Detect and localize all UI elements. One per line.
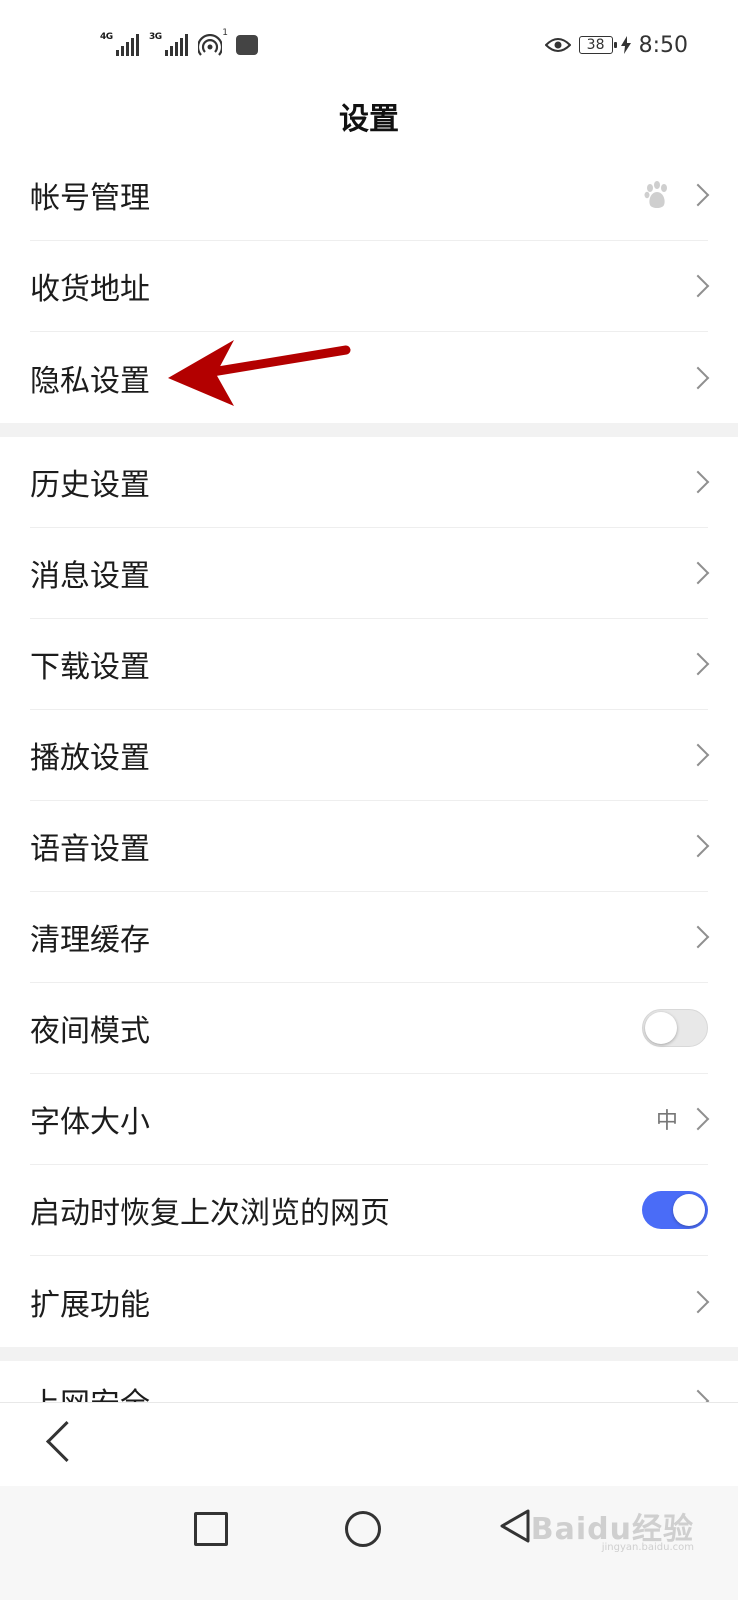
toggle-knob (645, 1012, 677, 1044)
status-left: 4G 3G 1 (100, 28, 258, 60)
section-divider (0, 423, 738, 437)
status-right: 38 8:50 (544, 30, 688, 60)
settings-row-playback[interactable]: 播放设置 (30, 710, 710, 801)
signal-3g-label: 3G (149, 32, 162, 42)
system-back-button[interactable] (498, 1508, 532, 1544)
signal-4g-label: 4G (100, 32, 113, 42)
settings-group-security: 上网安全 (0, 1361, 738, 1402)
settings-row-download[interactable]: 下载设置 (30, 619, 710, 710)
clock: 8:50 (638, 32, 688, 58)
charging-icon (620, 36, 631, 54)
battery-indicator: 38 (578, 36, 617, 54)
row-label: 启动时恢复上次浏览的网页 (30, 1196, 390, 1231)
baidu-paw-icon (644, 181, 667, 208)
recent-apps-button[interactable] (194, 1512, 228, 1546)
settings-group-account: 帐号管理 收货地址 隐私设置 (0, 150, 738, 423)
chevron-right-icon (686, 1107, 710, 1131)
huawei-app-icon (236, 35, 258, 55)
row-label: 上网安全 (30, 1379, 150, 1403)
chevron-right-icon (686, 274, 710, 298)
toggle-knob (673, 1194, 705, 1226)
chevron-right-icon (686, 1290, 710, 1313)
chevron-right-icon (686, 652, 710, 676)
settings-row-web-security[interactable]: 上网安全 (30, 1361, 710, 1403)
row-label: 语音设置 (30, 832, 150, 867)
baidu-watermark-url: jingyan.baidu.com (601, 1542, 694, 1553)
settings-row-font-size[interactable]: 字体大小 中 (30, 1074, 710, 1165)
settings-row-history[interactable]: 历史设置 (30, 437, 710, 528)
signal-4g-icon: 4G (100, 32, 139, 56)
section-divider (0, 1347, 738, 1361)
hotspot-icon: 1 (196, 28, 228, 56)
chevron-right-icon (686, 834, 710, 858)
row-label: 收货地址 (30, 272, 150, 307)
system-nav-bar: Baidu经验 jingyan.baidu.com (0, 1486, 738, 1600)
settings-group-general: 历史设置 消息设置 下载设置 播放设置 语音设置 清理缓存 夜间模式 字体大小 … (0, 437, 738, 1347)
chevron-right-icon (686, 470, 710, 494)
eye-icon (544, 38, 571, 52)
row-label: 历史设置 (30, 468, 150, 503)
back-arrow-icon[interactable] (45, 1420, 88, 1463)
row-label: 播放设置 (30, 741, 150, 776)
chevron-right-icon (686, 561, 710, 585)
row-label: 隐私设置 (30, 363, 150, 399)
restore-pages-toggle[interactable] (642, 1191, 708, 1229)
settings-row-restore-pages: 启动时恢复上次浏览的网页 (30, 1165, 708, 1256)
bottom-toolbar (0, 1402, 738, 1487)
status-bar: 4G 3G 1 38 8:50 (0, 0, 738, 90)
settings-row-voice[interactable]: 语音设置 (30, 801, 710, 892)
row-label: 帐号管理 (30, 181, 150, 216)
row-label: 夜间模式 (30, 1014, 150, 1049)
annotation-arrow-icon (168, 340, 351, 406)
signal-3g-icon: 3G (149, 32, 188, 56)
settings-row-address[interactable]: 收货地址 (30, 241, 710, 332)
night-mode-toggle[interactable] (642, 1009, 708, 1047)
chevron-right-icon (686, 366, 710, 389)
row-label: 消息设置 (30, 559, 150, 594)
chevron-right-icon (686, 1389, 710, 1402)
chevron-right-icon (686, 743, 710, 767)
settings-row-extensions[interactable]: 扩展功能 (30, 1256, 710, 1347)
settings-row-night-mode: 夜间模式 (30, 983, 708, 1074)
chevron-right-icon (686, 925, 710, 949)
row-label: 字体大小 (30, 1105, 150, 1140)
settings-row-privacy[interactable]: 隐私设置 (30, 332, 710, 423)
settings-row-clear-cache[interactable]: 清理缓存 (30, 892, 710, 983)
font-size-value: 中 (655, 1109, 678, 1134)
row-label: 清理缓存 (30, 923, 150, 958)
title-bar: 设置 (0, 80, 738, 151)
row-label: 下载设置 (30, 650, 150, 685)
settings-row-account[interactable]: 帐号管理 (30, 150, 710, 241)
chevron-right-icon (686, 183, 710, 207)
home-button[interactable] (345, 1511, 381, 1547)
page-title: 设置 (339, 102, 399, 137)
settings-row-message[interactable]: 消息设置 (30, 528, 710, 619)
hotspot-count: 1 (222, 28, 228, 38)
row-label: 扩展功能 (30, 1287, 150, 1323)
